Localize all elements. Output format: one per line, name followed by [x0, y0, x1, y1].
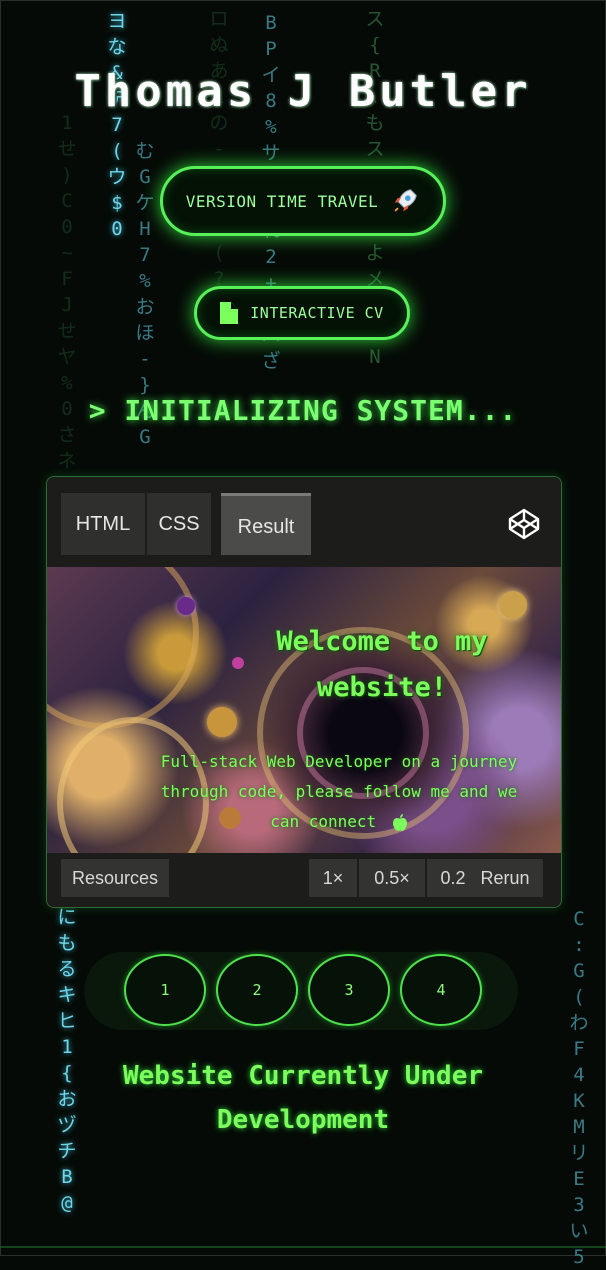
apple-icon: [392, 813, 407, 831]
codepen-embed: HTML CSS Result Welcome to my website! F…: [46, 476, 562, 908]
resources-button[interactable]: Resources: [61, 859, 169, 897]
zoom-1x-button[interactable]: 1×: [309, 859, 357, 897]
codepen-icon[interactable]: [507, 507, 541, 541]
page-button-3[interactable]: 3: [308, 954, 390, 1026]
initializing-status: > INITIALIZING SYSTEM...: [88, 394, 518, 427]
welcome-subtitle: Full-stack Web Developer on a journey th…: [147, 747, 531, 837]
codepen-footer: Resources 1× 0.5× 0.2 Rerun: [47, 853, 561, 907]
zoom-02x-button[interactable]: 0.2: [440, 868, 465, 888]
welcome-subtitle-text: Full-stack Web Developer on a journey th…: [160, 752, 518, 831]
rocket-icon: [394, 189, 418, 212]
decorative-swirl: [47, 567, 199, 729]
result-preview: Welcome to my website! Full-stack Web De…: [47, 567, 561, 853]
zoom-rerun-group: 0.2 Rerun: [427, 859, 543, 897]
decorative-orb: [499, 591, 527, 619]
page-button-4[interactable]: 4: [400, 954, 482, 1026]
welcome-heading: Welcome to my website!: [276, 626, 488, 703]
document-icon: [220, 302, 239, 324]
decorative-orb: [207, 707, 237, 737]
tab-result[interactable]: Result: [221, 493, 311, 555]
page-button-1[interactable]: 1: [124, 954, 206, 1026]
page-button-2[interactable]: 2: [216, 954, 298, 1026]
version-time-travel-button[interactable]: VERSION TIME TRAVEL: [160, 166, 446, 236]
page-title: Thomas J Butler: [74, 66, 532, 117]
interactive-cv-button[interactable]: INTERACTIVE CV: [194, 286, 410, 340]
version-time-travel-label: VERSION TIME TRAVEL: [185, 191, 379, 211]
under-development-notice: Website Currently Under Development: [122, 1061, 484, 1135]
zoom-05x-button[interactable]: 0.5×: [359, 859, 425, 897]
tab-html[interactable]: HTML: [61, 493, 145, 555]
bottom-divider: [0, 1246, 606, 1248]
interactive-cv-label: INTERACTIVE CV: [250, 304, 384, 322]
codepen-header: HTML CSS Result: [47, 477, 561, 567]
rerun-button[interactable]: Rerun: [481, 868, 530, 888]
decorative-orb: [177, 597, 195, 615]
tab-css[interactable]: CSS: [147, 493, 211, 555]
